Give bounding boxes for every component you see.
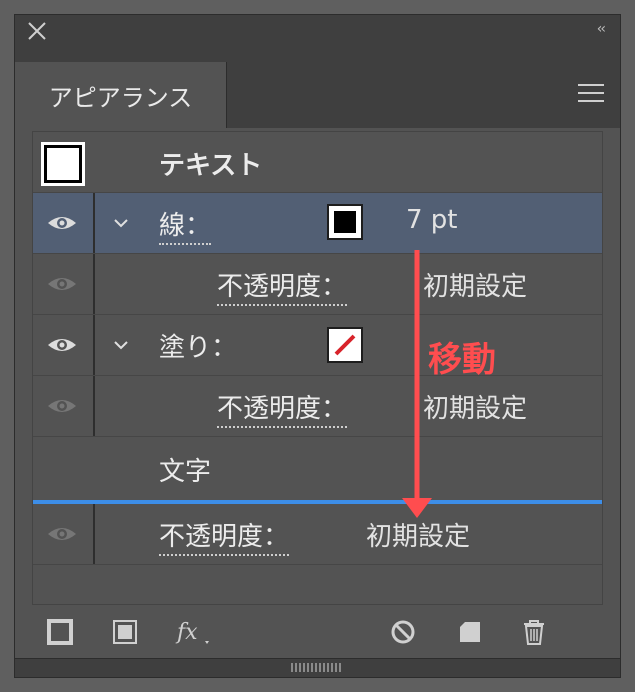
eye-icon[interactable]	[47, 274, 77, 294]
fill-row[interactable]: 塗り：	[33, 315, 602, 376]
tab-bar: アピアランス	[15, 48, 620, 128]
eye-icon[interactable]	[47, 396, 77, 416]
opacity-label[interactable]: 不透明度：	[217, 266, 348, 306]
tab-label: アピアランス	[48, 83, 193, 112]
tab-appearance[interactable]: アピアランス	[15, 62, 227, 128]
move-arrow-annotation	[402, 250, 432, 518]
resize-handle[interactable]	[15, 658, 620, 677]
move-annotation-text: 移動	[428, 340, 496, 380]
object-type-label: テキスト	[159, 151, 263, 181]
object-row[interactable]: テキスト	[33, 132, 602, 193]
clear-appearance-icon[interactable]	[388, 617, 418, 647]
opacity-value: 初期設定	[366, 522, 471, 552]
opacity-label[interactable]: 不透明度：	[159, 516, 290, 556]
visibility-cell[interactable]	[33, 504, 95, 564]
stroke-swatch[interactable]	[327, 204, 363, 240]
stroke-row[interactable]: 線： 7 pt	[33, 193, 602, 254]
characters-row[interactable]: 文字	[33, 437, 602, 498]
add-fill-icon[interactable]	[110, 617, 140, 647]
eye-icon[interactable]	[47, 524, 77, 544]
duplicate-item-icon[interactable]	[455, 617, 485, 647]
close-icon[interactable]	[25, 19, 49, 43]
characters-label[interactable]: 文字	[159, 451, 211, 488]
visibility-cell[interactable]	[33, 315, 95, 375]
fill-opacity-row[interactable]: 不透明度： 初期設定	[33, 376, 602, 437]
eye-icon[interactable]	[47, 213, 77, 233]
panel-toolbar: fx	[15, 605, 620, 661]
panel-titlebar: ‹‹	[15, 15, 620, 49]
collapse-icon[interactable]: ‹‹	[597, 21, 606, 37]
fill-swatch-none[interactable]	[327, 327, 363, 363]
fill-label[interactable]: 塗り：	[159, 327, 237, 364]
stroke-label[interactable]: 線：	[159, 205, 212, 245]
object-thumbnail	[41, 142, 85, 186]
fx-icon[interactable]: fx	[175, 617, 215, 647]
opacity-label[interactable]: 不透明度：	[217, 388, 348, 428]
visibility-cell[interactable]	[33, 193, 95, 253]
panel-menu-icon[interactable]	[578, 84, 604, 104]
eye-icon[interactable]	[47, 335, 77, 355]
opacity-value: 初期設定	[423, 394, 528, 424]
visibility-cell[interactable]	[33, 376, 95, 436]
grip-icon	[291, 663, 341, 672]
stroke-opacity-row[interactable]: 不透明度： 初期設定	[33, 254, 602, 315]
delete-icon[interactable]	[519, 617, 549, 647]
stroke-weight-value[interactable]: 7 pt	[406, 205, 458, 235]
chevron-down-icon[interactable]	[111, 335, 131, 355]
appearance-panel: ‹‹ アピアランス テキスト 線： 7 pt 不透明度： 初期設定 塗り： 不透…	[14, 14, 621, 678]
svg-text:fx: fx	[175, 620, 198, 645]
chevron-down-icon[interactable]	[111, 213, 131, 233]
visibility-cell[interactable]	[33, 254, 95, 314]
appearance-list: テキスト 線： 7 pt 不透明度： 初期設定 塗り： 不透明度： 初期設定 文…	[32, 131, 603, 605]
add-stroke-icon[interactable]	[45, 617, 75, 647]
opacity-value: 初期設定	[423, 272, 528, 302]
object-opacity-row[interactable]: 不透明度： 初期設定	[33, 504, 602, 565]
